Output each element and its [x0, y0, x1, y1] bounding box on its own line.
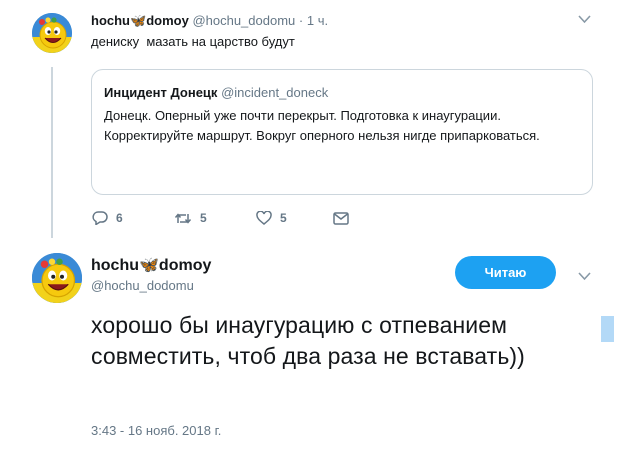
display-name[interactable]: hochu: [91, 257, 139, 274]
tweet-text: дениску мазать на царство будут: [91, 34, 295, 49]
like-icon: [256, 211, 272, 225]
scrollbar-thumb[interactable]: [601, 316, 614, 342]
quoted-handle: @incident_doneck: [221, 85, 329, 100]
reply-count: 6: [116, 211, 123, 225]
display-name[interactable]: hochu: [91, 13, 130, 28]
following-button[interactable]: Читаю: [455, 256, 556, 289]
like-button[interactable]: 5: [256, 211, 287, 225]
separator: ·: [298, 13, 304, 28]
quoted-text: Донецк. Оперный уже почти перекрыт. Подг…: [104, 108, 540, 143]
thread-line: [51, 67, 53, 238]
avatar[interactable]: [32, 253, 82, 303]
butterfly-icon: 🦋: [139, 257, 159, 274]
like-count: 5: [280, 211, 287, 225]
tweet-timestamp[interactable]: 3:43 - 16 нояб. 2018 г.: [91, 423, 221, 439]
timestamp[interactable]: 1 ч.: [307, 13, 328, 28]
dm-icon: [333, 212, 349, 225]
quoted-display-name: Инцидент Донецк: [104, 85, 218, 100]
butterfly-icon: 🦋: [130, 13, 147, 28]
chevron-down-icon[interactable]: [578, 11, 591, 27]
display-name-suffix[interactable]: domoy: [146, 13, 189, 28]
retweet-button[interactable]: 5: [174, 211, 207, 225]
avatar[interactable]: [32, 13, 72, 53]
chevron-down-icon[interactable]: [578, 268, 591, 284]
retweet-count: 5: [200, 211, 207, 225]
reply-icon: [92, 211, 108, 225]
tweet-text: хорошо бы инаугурацию с отпеванием совме…: [91, 312, 525, 369]
display-name-suffix[interactable]: domoy: [159, 257, 211, 274]
handle[interactable]: @hochu_dodomu: [192, 13, 295, 28]
display-name-row[interactable]: hochu🦋domoy: [91, 256, 211, 276]
reply-button[interactable]: 6: [92, 211, 123, 225]
handle[interactable]: @hochu_dodomu: [91, 278, 194, 294]
tweet-header: hochu🦋domoy @hochu_dodomu · 1 ч.: [91, 13, 328, 29]
quoted-header: Инцидент Донецк @incident_doneck: [104, 85, 328, 100]
quoted-tweet-card[interactable]: Инцидент Донецк @incident_doneck Донецк.…: [91, 69, 593, 195]
direct-message-button[interactable]: [333, 212, 357, 225]
retweet-icon: [174, 212, 192, 224]
